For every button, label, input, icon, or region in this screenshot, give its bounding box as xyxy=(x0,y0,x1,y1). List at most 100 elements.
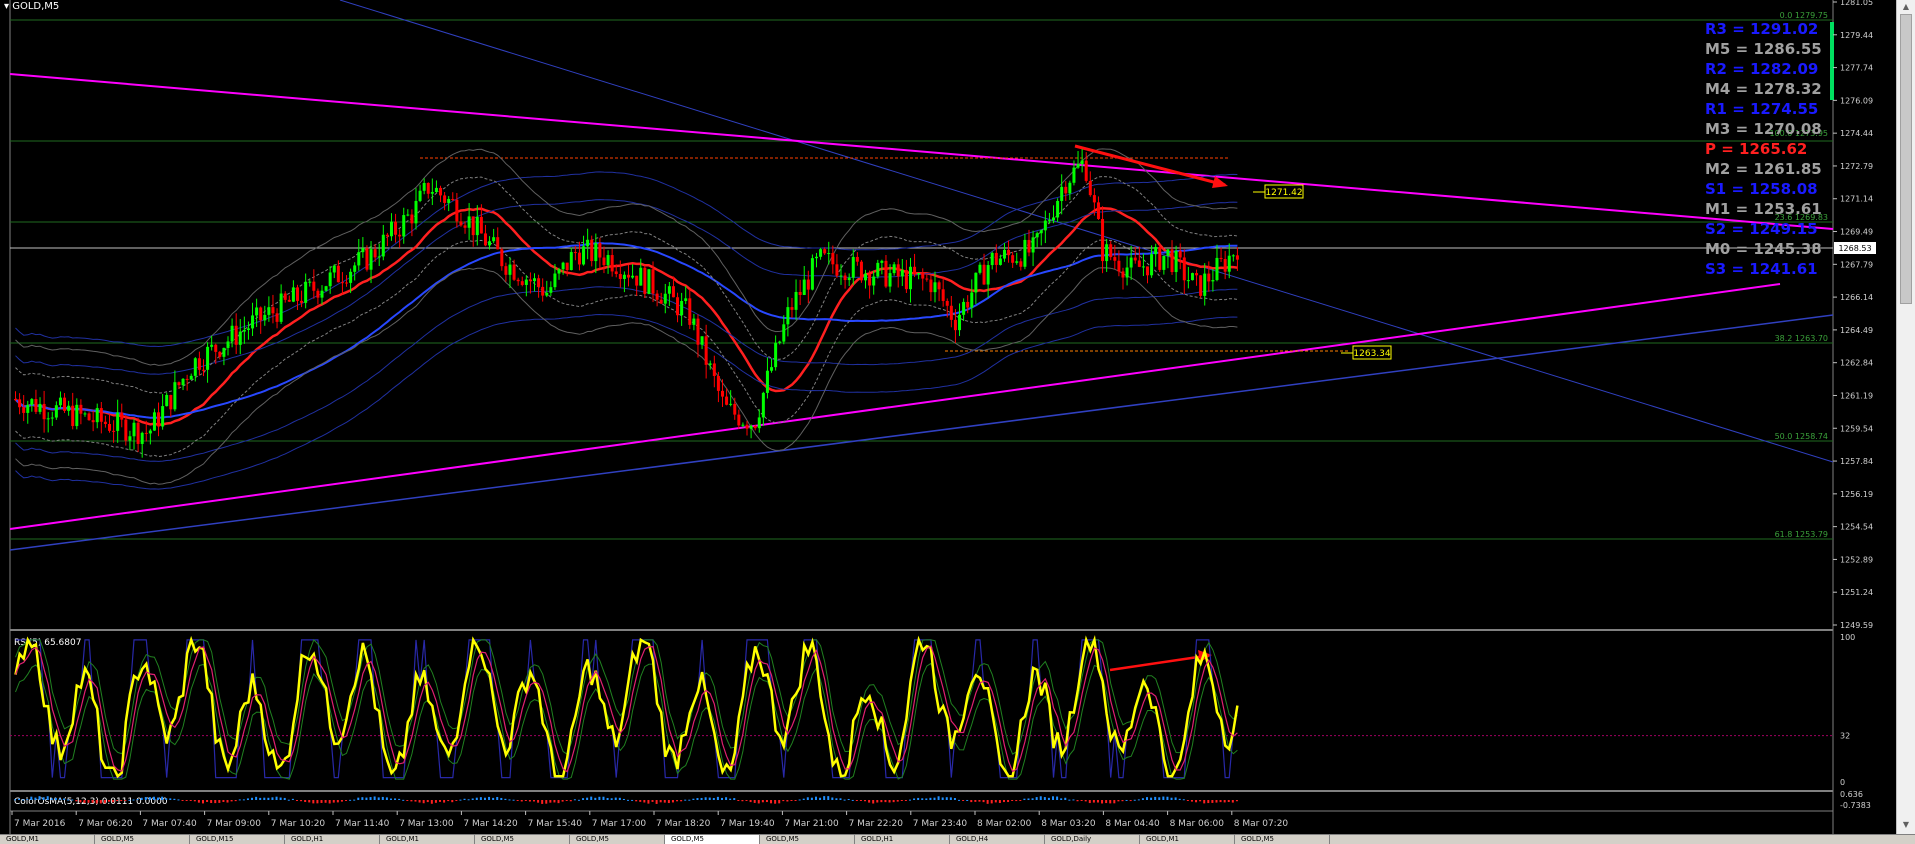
osma-bar xyxy=(557,800,560,804)
candle-body xyxy=(823,249,827,254)
osma-bar xyxy=(782,800,785,802)
osma-bar xyxy=(986,800,989,804)
osma-bar xyxy=(1178,798,1181,800)
candle-body xyxy=(933,282,937,293)
osma-bar xyxy=(1092,800,1095,803)
scroll-down-icon[interactable]: ▼ xyxy=(1901,820,1911,830)
osma-bar xyxy=(1064,797,1067,800)
candle-body xyxy=(91,420,95,423)
osma-bar xyxy=(839,798,842,800)
osma-bar xyxy=(937,796,940,800)
osma-bar xyxy=(389,798,392,800)
osma-bar xyxy=(1088,800,1091,804)
time-axis-label: 7 Mar 19:40 xyxy=(720,819,775,829)
osma-bar xyxy=(561,800,564,802)
candle-body xyxy=(30,399,34,405)
candle-body xyxy=(267,307,271,315)
osma-axis-label: 0.636 xyxy=(1840,790,1863,799)
candle-body xyxy=(1105,244,1109,262)
candle-body xyxy=(18,399,22,408)
chart-canvas[interactable]: 0.0 1279.7523.6 1269.8338.2 1263.7050.0 … xyxy=(0,0,1896,834)
price-tag-1: 1271.42 xyxy=(1265,188,1302,198)
candle-body xyxy=(1158,246,1162,270)
price-axis-label: 1266.14 xyxy=(1840,293,1873,302)
candle-body xyxy=(279,293,283,322)
candle-body xyxy=(99,408,103,422)
osma-bar xyxy=(242,799,245,801)
candle-body xyxy=(246,328,250,330)
candle-body xyxy=(152,412,156,431)
candle-body xyxy=(1186,280,1190,282)
scroll-up-icon[interactable]: ▲ xyxy=(1901,2,1911,12)
candle-body xyxy=(582,246,586,265)
candle-body xyxy=(676,297,680,316)
osma-bar xyxy=(173,798,176,800)
osma-bar xyxy=(970,800,973,803)
candle-body xyxy=(688,298,692,325)
candle-body xyxy=(667,286,671,294)
candle-body xyxy=(336,265,340,283)
osma-bar xyxy=(103,800,106,804)
candle-body xyxy=(324,286,328,291)
candle-body xyxy=(259,307,263,321)
pivot-level: S1 = 1258.08 xyxy=(1705,180,1818,198)
candle-body xyxy=(42,403,46,420)
candle-body xyxy=(87,413,91,421)
osma-bar xyxy=(765,800,768,803)
candle-body xyxy=(896,264,900,277)
osma-bar xyxy=(488,796,491,800)
candle-body xyxy=(230,325,234,342)
candle-body xyxy=(1076,164,1080,168)
candle-body xyxy=(83,413,87,415)
osma-bar xyxy=(99,800,102,804)
osma-bar xyxy=(50,798,53,800)
candle-body xyxy=(394,221,398,235)
candle-body xyxy=(1113,257,1117,261)
candle-body xyxy=(197,358,201,370)
osma-bar xyxy=(778,800,781,804)
vertical-scrollbar[interactable]: ▲ ▼ xyxy=(1896,0,1915,834)
osma-bar xyxy=(107,800,110,802)
osma-bar xyxy=(594,797,597,800)
candle-body xyxy=(1047,220,1051,222)
osma-bar xyxy=(635,800,638,802)
osma-bar xyxy=(851,799,854,801)
osma-bar xyxy=(132,799,135,801)
candle-body xyxy=(1056,200,1060,218)
candle-body xyxy=(1190,273,1194,281)
candle-body xyxy=(941,289,945,301)
osma-bar xyxy=(422,800,425,804)
candle-body xyxy=(63,397,67,411)
fib-label: 61.8 1253.79 xyxy=(1775,530,1828,539)
candle-body xyxy=(966,301,970,308)
osma-bar xyxy=(827,796,830,800)
osma-bar xyxy=(443,800,446,803)
candle-body xyxy=(300,300,304,303)
candle-body xyxy=(463,225,467,228)
candle-body xyxy=(786,307,790,325)
osma-bar xyxy=(528,800,531,802)
pivot-level: M2 = 1261.85 xyxy=(1705,160,1822,178)
time-axis-label: 7 Mar 10:20 xyxy=(271,819,326,829)
candle-body xyxy=(549,287,553,293)
candle-body xyxy=(222,347,226,357)
candle-body xyxy=(765,370,769,393)
osma-bar xyxy=(790,800,793,801)
osma-bar xyxy=(680,800,683,802)
osma-bar xyxy=(945,797,948,800)
symbol-label: GOLD,M5 xyxy=(12,1,60,12)
candle-body xyxy=(95,408,99,423)
osma-bar xyxy=(332,800,335,803)
candle-body xyxy=(782,324,786,342)
osma-bar xyxy=(1141,798,1144,800)
candle-body xyxy=(598,243,602,258)
osma-bar xyxy=(684,799,687,801)
scroll-thumb[interactable] xyxy=(1900,14,1912,304)
price-axis-label: 1262.84 xyxy=(1840,359,1873,368)
osma-bar xyxy=(79,800,82,803)
osma-bar xyxy=(888,800,891,803)
candle-body xyxy=(1011,255,1015,263)
osma-bar xyxy=(1162,796,1165,800)
candle-body xyxy=(479,216,483,234)
candle-body xyxy=(537,278,541,287)
